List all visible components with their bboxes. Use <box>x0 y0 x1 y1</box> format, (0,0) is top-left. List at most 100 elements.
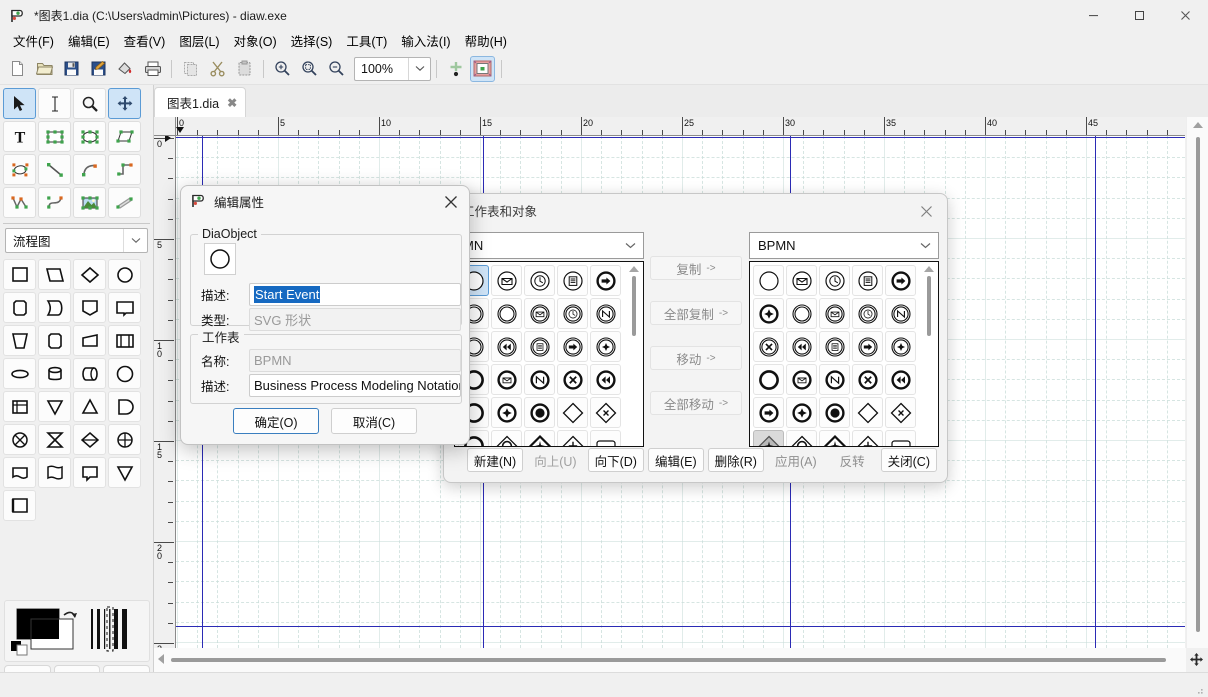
message-end-icon[interactable] <box>524 298 555 329</box>
timer-end-icon[interactable] <box>852 298 883 329</box>
empty-gateway-icon[interactable] <box>491 397 522 428</box>
new-button[interactable]: 新建(N) <box>466 448 524 472</box>
edit-button[interactable]: 编辑(E) <box>647 448 704 472</box>
link-solid-icon[interactable] <box>753 397 784 428</box>
multiple-throw-icon[interactable] <box>590 364 621 395</box>
multiple-event-icon[interactable] <box>753 298 784 329</box>
left-sheet-combo[interactable]: MN <box>454 232 644 259</box>
multiple-solid-icon[interactable] <box>786 397 817 428</box>
zigzagline-tool[interactable] <box>108 154 141 185</box>
sheets-and-objects-dialog[interactable]: 工作表和对象 MN 复制 -> 全部复制 -> 移动 -> 全部移动 -> BP… <box>443 193 948 483</box>
revert-button[interactable]: 反转 <box>827 448 877 472</box>
chevron-down-icon[interactable] <box>912 233 938 258</box>
right-list-scroll-thumb[interactable] <box>927 276 931 336</box>
exclusive-gateway-icon[interactable] <box>524 397 555 428</box>
rule-event-icon[interactable] <box>852 265 883 296</box>
menu-view[interactable]: 查看(V) <box>117 32 173 52</box>
print-icon[interactable] <box>140 56 165 82</box>
menu-tools[interactable]: 工具(T) <box>339 32 394 52</box>
trapezoid-icon[interactable] <box>73 325 106 356</box>
hourglass-icon[interactable] <box>38 424 71 455</box>
rule-event-icon[interactable] <box>557 265 588 296</box>
minimize-button[interactable] <box>1070 0 1116 31</box>
compensation-icon[interactable] <box>557 364 588 395</box>
right-icon-list[interactable] <box>749 261 939 447</box>
diamond-split-icon[interactable] <box>73 424 106 455</box>
timer-intermediate-icon[interactable] <box>557 298 588 329</box>
triangle-down-icon[interactable] <box>38 391 71 422</box>
color-selector[interactable] <box>4 600 150 662</box>
menu-select[interactable]: 选择(S) <box>284 32 340 52</box>
inclusive-gateway-icon[interactable] <box>557 397 588 428</box>
triangle-up-icon[interactable] <box>73 391 106 422</box>
circle-plus-icon[interactable] <box>108 424 141 455</box>
prepare-hex-icon[interactable] <box>38 325 71 356</box>
apply-button[interactable]: 应用(A) <box>767 448 824 472</box>
cylinder-icon[interactable] <box>38 358 71 389</box>
line-tool[interactable] <box>38 154 71 185</box>
rewind-event-icon[interactable] <box>786 331 817 362</box>
object-description-field[interactable]: Start Event <box>249 283 461 306</box>
circle-icon[interactable] <box>108 259 141 290</box>
ok-button[interactable]: 确定(O) <box>233 408 319 434</box>
link-throw-icon[interactable] <box>852 331 883 362</box>
snap-to-grid-icon[interactable] <box>443 56 468 82</box>
cancel-button[interactable]: 取消(C) <box>331 408 417 434</box>
preparation-icon[interactable] <box>3 292 36 323</box>
polyline-tool[interactable] <box>3 187 36 218</box>
process-rect-icon[interactable] <box>3 259 36 290</box>
open-folder-icon[interactable] <box>32 56 57 82</box>
left-list-scroll-thumb[interactable] <box>632 276 636 336</box>
magnifier-icon[interactable] <box>73 88 106 119</box>
inverted-triangle-icon[interactable] <box>108 457 141 488</box>
left-list-scrollbar[interactable] <box>625 262 643 446</box>
fill-color-icon[interactable] <box>113 56 138 82</box>
manual-input-icon[interactable] <box>73 292 106 323</box>
timer-event-icon[interactable] <box>524 265 555 296</box>
beziergon-tool[interactable] <box>3 154 36 185</box>
rule-end-icon[interactable] <box>819 331 850 362</box>
menu-objects[interactable]: 对象(O) <box>227 32 284 52</box>
scroll-up-icon[interactable] <box>924 266 934 272</box>
message-event-icon[interactable] <box>786 265 817 296</box>
paste-icon[interactable] <box>232 56 257 82</box>
close-button[interactable] <box>1162 0 1208 31</box>
new-file-icon[interactable] <box>5 56 30 82</box>
edit-properties-dialog[interactable]: 编辑属性 DiaObject 描述: Start Event 类型: SVG 形… <box>180 185 470 445</box>
link-event-icon[interactable] <box>590 265 621 296</box>
direct-access-icon[interactable] <box>73 358 106 389</box>
menu-layers[interactable]: 图层(L) <box>172 32 226 52</box>
cancel-end-icon[interactable] <box>524 364 555 395</box>
link-throw-icon[interactable] <box>491 364 522 395</box>
end-event-icon[interactable] <box>786 298 817 329</box>
link-end-icon[interactable] <box>524 331 555 362</box>
diamond-icon[interactable] <box>73 259 106 290</box>
vertical-scrollbar[interactable] <box>1186 117 1208 648</box>
zoom-in-icon[interactable] <box>270 56 295 82</box>
zoom-out-icon[interactable] <box>324 56 349 82</box>
close-icon[interactable]: ✖ <box>227 96 237 110</box>
move-all-button[interactable]: 全部移动 -> <box>650 391 742 415</box>
multiple-end-icon[interactable] <box>885 331 916 362</box>
outline-tool[interactable] <box>108 187 141 218</box>
message-end-icon[interactable] <box>819 298 850 329</box>
chevron-down-icon[interactable] <box>617 233 643 258</box>
link-intermediate-icon[interactable] <box>590 298 621 329</box>
predefined-process-icon[interactable] <box>108 325 141 356</box>
link-end-icon[interactable] <box>885 298 916 329</box>
parallelogram-icon[interactable] <box>38 259 71 290</box>
up-button[interactable]: 向上(U) <box>527 448 584 472</box>
close-button[interactable]: 关闭(C) <box>880 448 937 472</box>
terminate-icon[interactable] <box>819 397 850 428</box>
plain-end-icon[interactable] <box>753 364 784 395</box>
arc-tool[interactable] <box>73 154 106 185</box>
right-sheet-combo[interactable]: BPMN <box>749 232 939 259</box>
cut-icon[interactable] <box>205 56 230 82</box>
modify-tool[interactable] <box>3 88 36 119</box>
vertical-scroll-thumb[interactable] <box>1196 137 1200 632</box>
bezierline-tool[interactable] <box>38 187 71 218</box>
rewind-throw-icon[interactable] <box>885 364 916 395</box>
d-shape-icon[interactable] <box>108 391 141 422</box>
snap-to-objects-icon[interactable] <box>470 55 495 82</box>
delay-icon[interactable] <box>38 292 71 323</box>
